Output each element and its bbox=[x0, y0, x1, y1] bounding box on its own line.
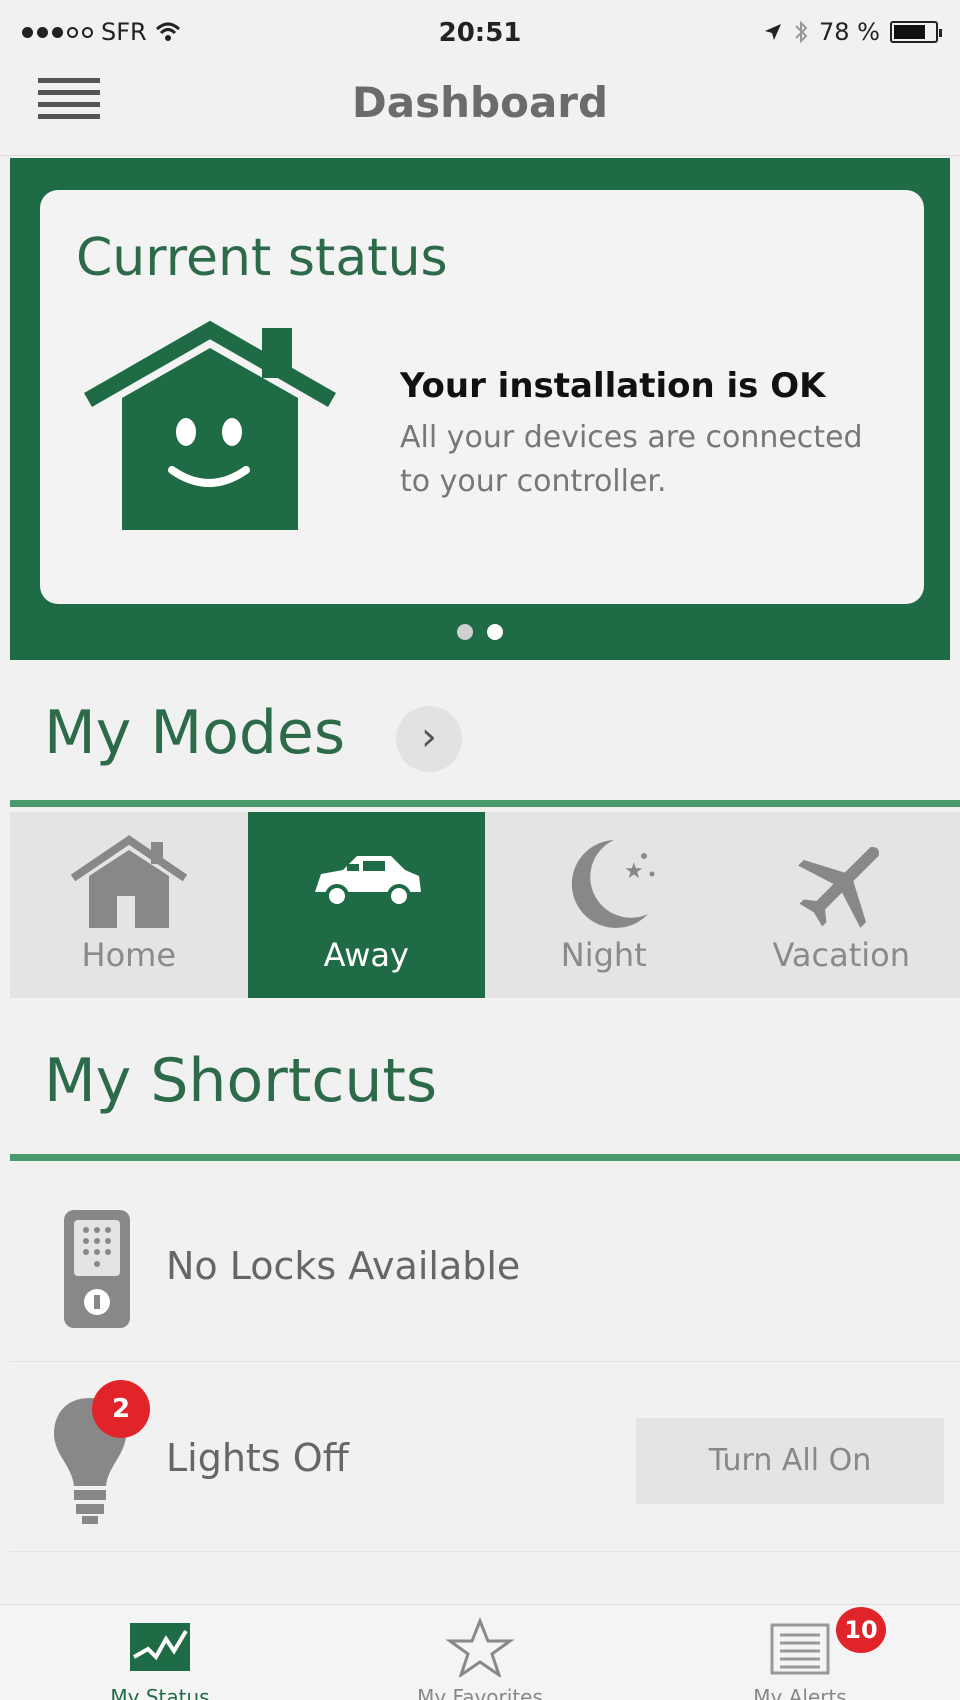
house-icon bbox=[70, 835, 188, 928]
tab-label: My Alerts bbox=[753, 1685, 847, 1700]
status-carousel[interactable]: Current status Your installation is OK A… bbox=[10, 158, 950, 660]
status-sub-text: All your devices are connected to your c… bbox=[400, 420, 863, 499]
tab-my-favorites[interactable]: My Favorites bbox=[320, 1605, 640, 1700]
door-lock-icon bbox=[64, 1210, 130, 1328]
mode-night[interactable]: ★ Night bbox=[485, 812, 723, 998]
status-right: 78 % bbox=[763, 18, 942, 46]
page-title: Dashboard bbox=[351, 78, 609, 127]
lights-label: Lights Off bbox=[166, 1436, 349, 1480]
pager-dot[interactable] bbox=[457, 624, 473, 640]
star-icon bbox=[445, 1617, 515, 1677]
alerts-count-badge: 10 bbox=[836, 1607, 886, 1653]
tab-my-alerts[interactable]: 10 My Alerts bbox=[640, 1605, 960, 1700]
tab-label: My Favorites bbox=[417, 1685, 543, 1700]
mode-label: Away bbox=[323, 936, 409, 974]
location-arrow-icon bbox=[765, 24, 782, 40]
battery-icon bbox=[890, 21, 942, 43]
car-icon bbox=[314, 856, 421, 908]
status-bar: SFR 20:51 78 % bbox=[0, 0, 960, 60]
battery-percent: 78 % bbox=[819, 18, 880, 46]
shortcut-lights[interactable]: 2 Lights Off Turn All On bbox=[10, 1366, 960, 1552]
mode-label: Night bbox=[560, 936, 647, 974]
modes-more-button[interactable]: › bbox=[396, 706, 462, 772]
mode-home[interactable]: Home bbox=[10, 812, 248, 998]
shortcut-locks[interactable]: No Locks Available bbox=[10, 1184, 960, 1362]
section-divider bbox=[10, 800, 960, 807]
tab-label: My Status bbox=[110, 1685, 210, 1700]
status-card: Current status Your installation is OK A… bbox=[40, 190, 924, 604]
modes-selector: Home Away ★ Night Vacation bbox=[10, 812, 960, 998]
modes-section-title: My Modes bbox=[44, 698, 346, 768]
carousel-pager[interactable] bbox=[10, 624, 950, 640]
bluetooth-icon bbox=[795, 20, 808, 44]
mode-label: Home bbox=[81, 936, 177, 974]
turn-all-on-button[interactable]: Turn All On bbox=[636, 1418, 944, 1504]
smiling-house-icon bbox=[84, 320, 336, 530]
moon-icon: ★ bbox=[571, 840, 655, 928]
shortcuts-section-title: My Shortcuts bbox=[44, 1046, 438, 1116]
status-main-text: Your installation is OK bbox=[400, 366, 826, 406]
section-divider bbox=[10, 1154, 960, 1161]
lights-count-badge: 2 bbox=[92, 1380, 150, 1438]
mode-label: Vacation bbox=[772, 936, 910, 974]
chart-icon bbox=[130, 1623, 190, 1671]
mode-away[interactable]: Away bbox=[247, 812, 485, 998]
list-icon bbox=[770, 1623, 830, 1675]
svg-text:★: ★ bbox=[624, 859, 644, 884]
pager-dot-active[interactable] bbox=[487, 624, 503, 640]
locks-label: No Locks Available bbox=[166, 1244, 521, 1288]
status-heading: Current status bbox=[76, 228, 448, 288]
tab-my-status[interactable]: My Status bbox=[0, 1605, 320, 1700]
mode-vacation[interactable]: Vacation bbox=[723, 812, 960, 998]
tab-bar: My Status My Favorites 10 My Alerts bbox=[0, 1604, 960, 1700]
airplane-icon bbox=[797, 847, 879, 928]
app-header: Dashboard bbox=[0, 60, 960, 156]
